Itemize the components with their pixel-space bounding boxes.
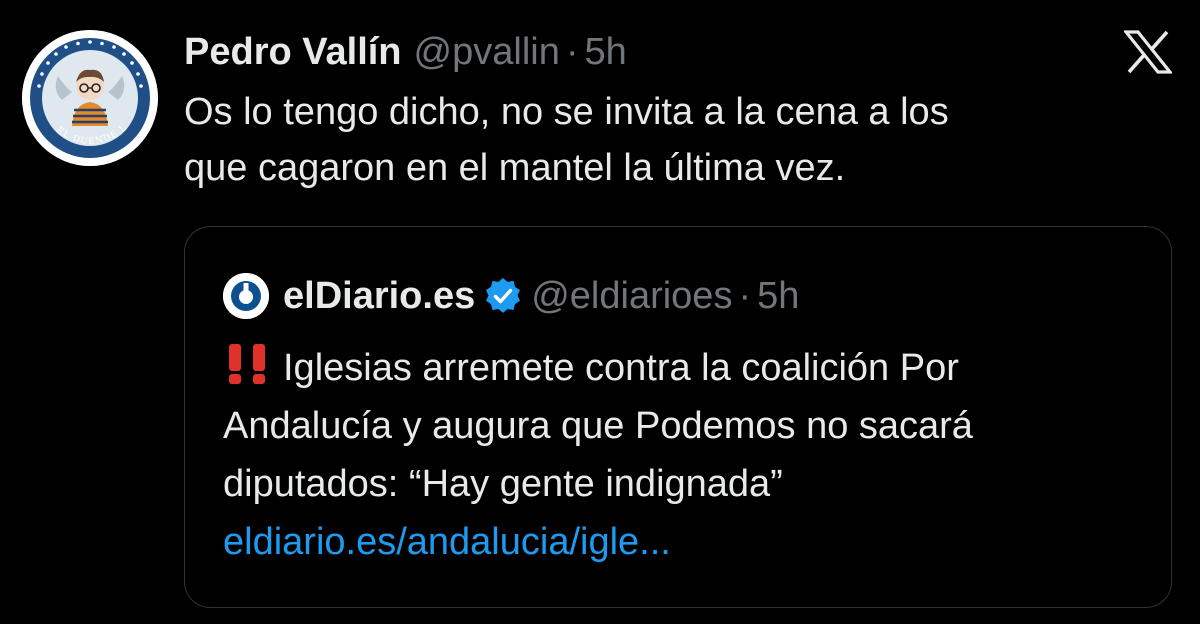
tweet-card[interactable]: EL DUENDE LA PALABRA Pedro Vallín @pvall… — [0, 0, 1200, 624]
article-link[interactable]: eldiario.es/andalucia/igle... — [223, 513, 1143, 571]
quoted-tweet-text: Iglesias arremete contra la coalición Po… — [223, 339, 1143, 571]
quoted-tweet-time[interactable]: 5h — [757, 275, 799, 318]
quoted-text-line-2: Andalucía y augura que Podemos no sacará — [223, 405, 973, 447]
author-handle[interactable]: @pvallin — [414, 24, 560, 80]
x-logo-icon[interactable] — [1124, 30, 1172, 74]
tweet-text-line: Os lo tengo dicho, no se invita a la cen… — [184, 91, 949, 133]
tweet-header: Pedro Vallín @pvallin · 5h — [184, 24, 1174, 80]
quoted-tweet-header: elDiario.es @eldiarioes · 5h — [223, 271, 799, 321]
tweet-time[interactable]: 5h — [585, 24, 627, 80]
avatar-image: EL DUENDE LA PALABRA — [22, 30, 158, 166]
tweet-text: Os lo tengo dicho, no se invita a la cen… — [184, 84, 1144, 196]
quoted-author-name[interactable]: elDiario.es — [283, 275, 475, 318]
author-name[interactable]: Pedro Vallín — [184, 24, 402, 80]
quoted-text-line-3: diputados: “Hay gente indignada” — [223, 463, 783, 505]
quoted-author-handle[interactable]: @eldiarioes — [531, 275, 732, 318]
author-avatar[interactable]: EL DUENDE LA PALABRA — [22, 30, 158, 166]
quoted-text-line-1: Iglesias arremete contra la coalición Po… — [283, 347, 959, 389]
double-exclamation-icon — [223, 344, 275, 384]
quoted-tweet[interactable]: elDiario.es @eldiarioes · 5h Iglesias ar… — [184, 226, 1172, 608]
tweet-body: Pedro Vallín @pvallin · 5h Os lo tengo d… — [184, 24, 1174, 196]
eldiario-logo-icon[interactable] — [223, 273, 269, 319]
separator-dot: · — [738, 274, 752, 317]
verified-badge-icon — [485, 278, 521, 314]
quoted-text-line: Iglesias arremete contra la coalición Po… — [223, 339, 1143, 397]
separator-dot: · — [565, 31, 579, 73]
tweet-text-line: que cagaron en el mantel la última vez. — [184, 147, 846, 189]
